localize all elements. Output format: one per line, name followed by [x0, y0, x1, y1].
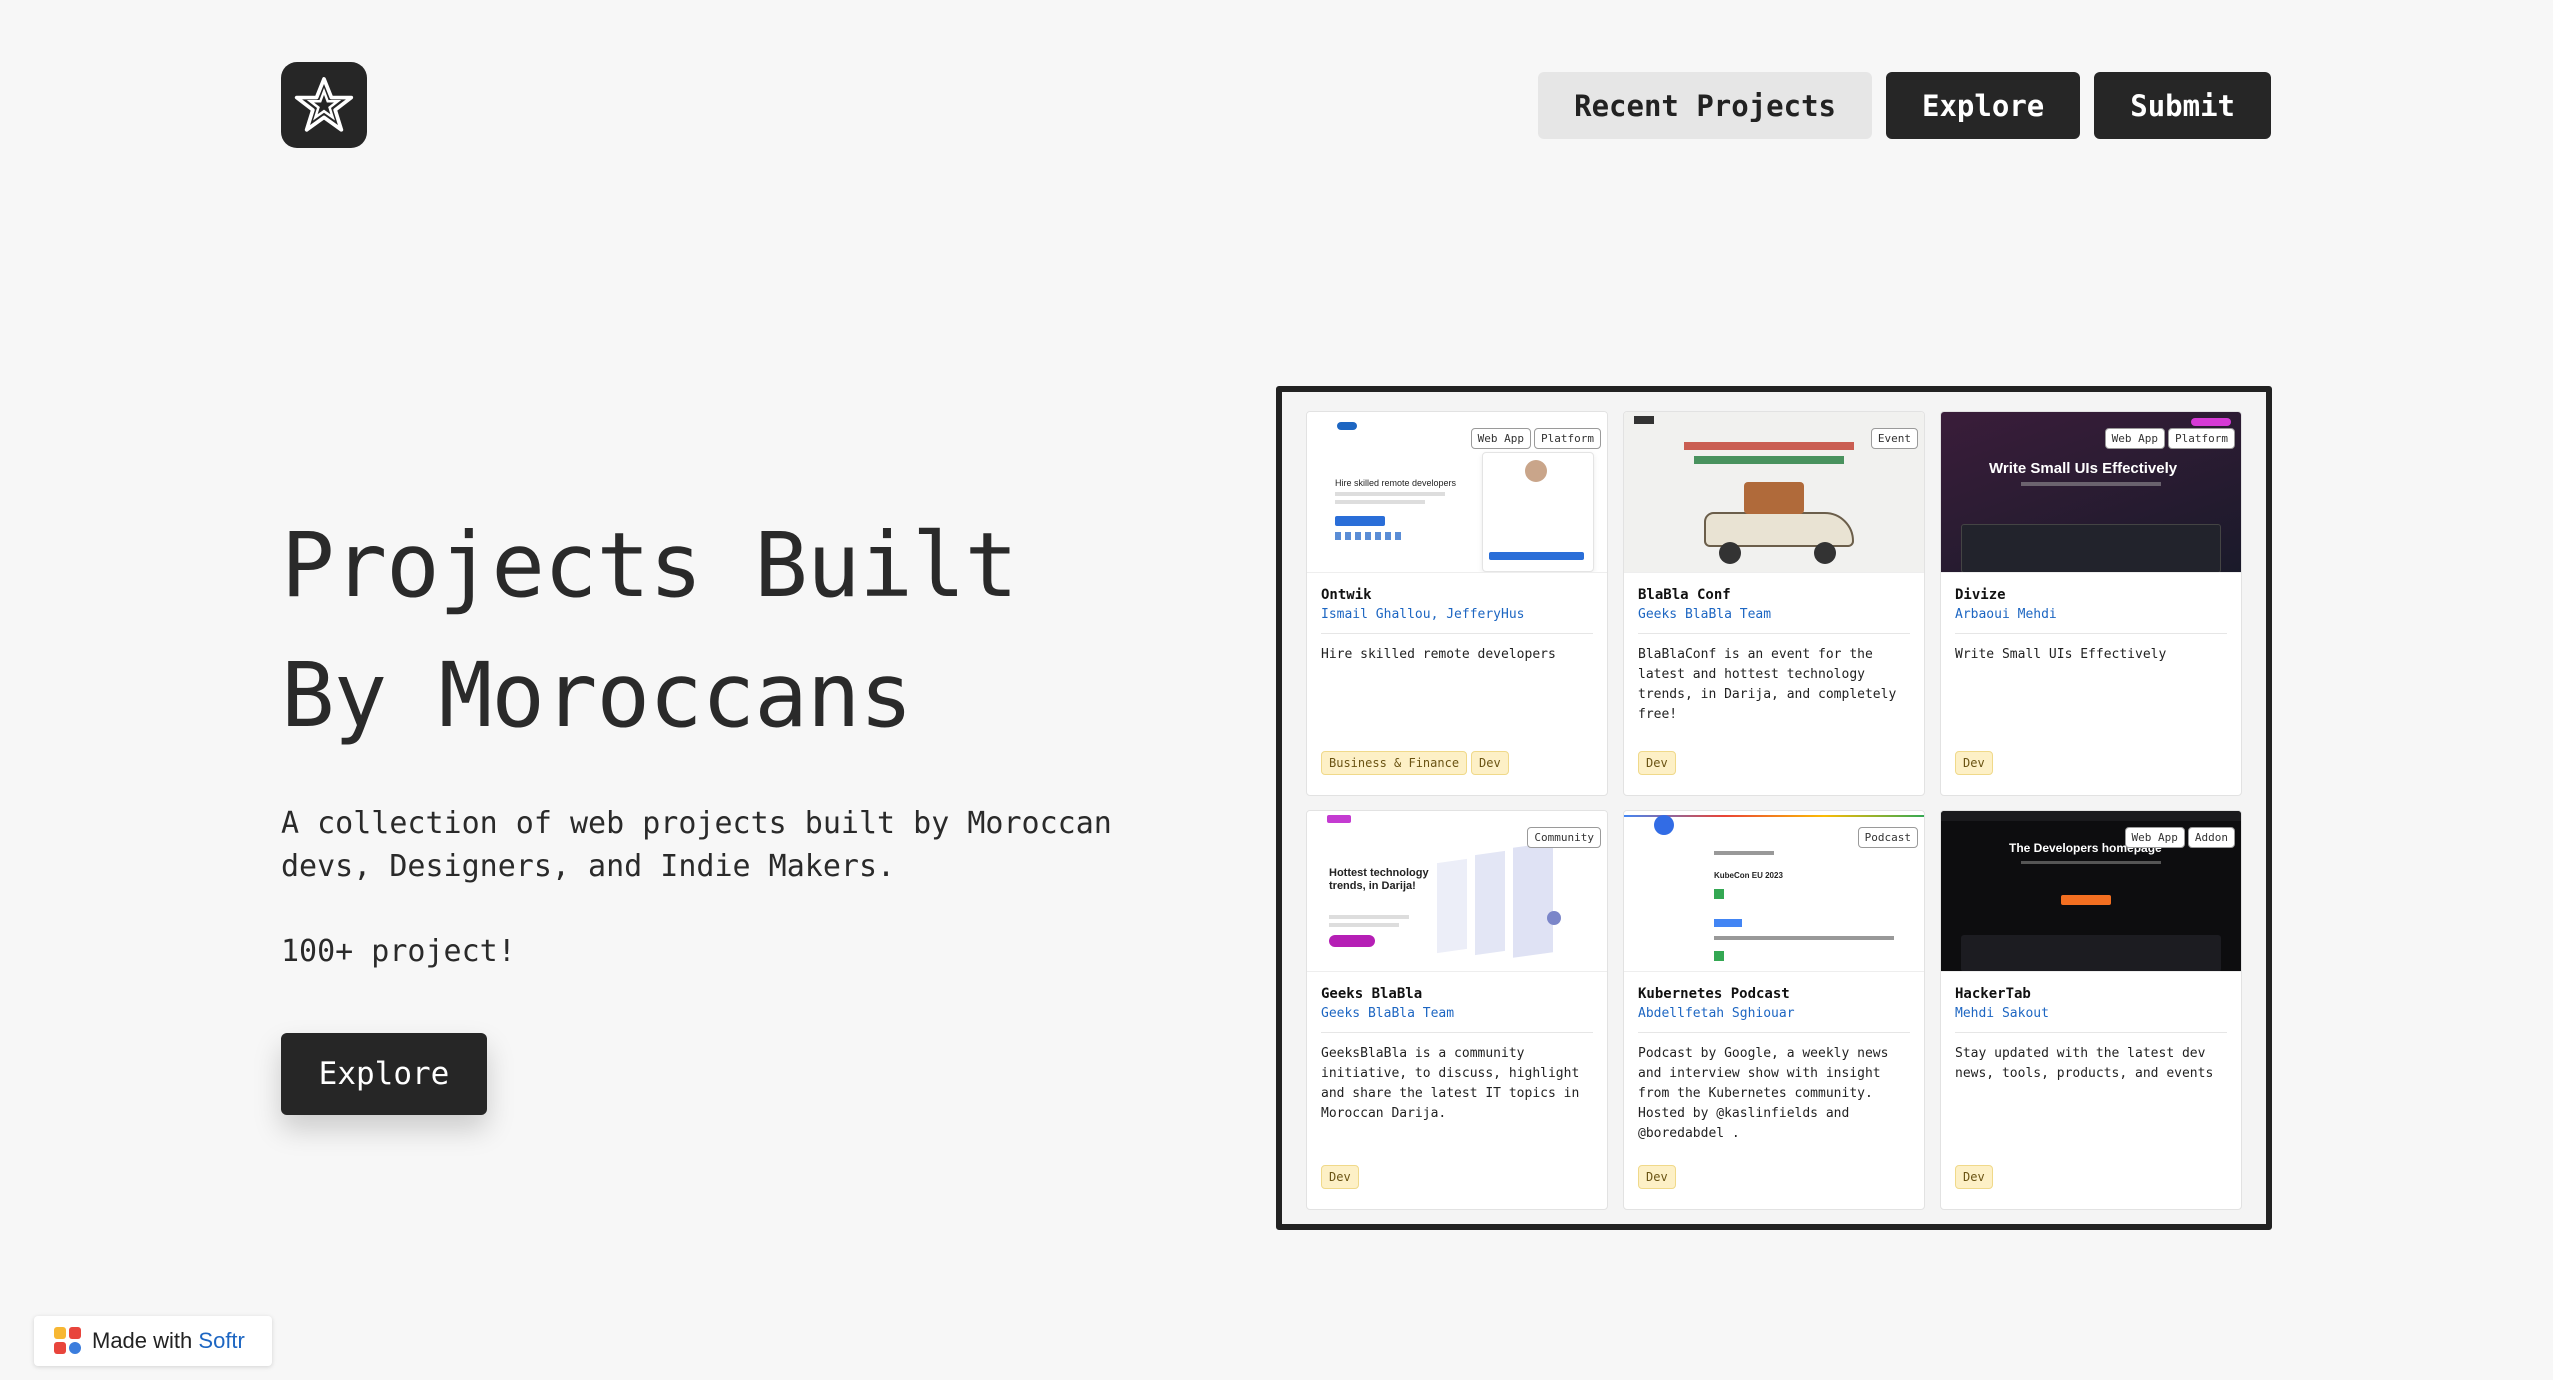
project-card-divize[interactable]: Write Small UIs Effectively Web App Plat…	[1940, 411, 2242, 796]
title-line-1: Projects Built	[281, 513, 1018, 617]
project-name[interactable]: Geeks BlaBla	[1321, 986, 1593, 1002]
project-card-ontwik[interactable]: Hire skilled remote developers Web App P…	[1306, 411, 1608, 796]
project-tags: Web App Platform	[2104, 428, 2235, 449]
project-name[interactable]: HackerTab	[1955, 986, 2227, 1002]
project-name[interactable]: Ontwik	[1321, 587, 1593, 603]
project-authors[interactable]: Mehdi Sakout	[1955, 1006, 2227, 1033]
project-tag: Web App	[2104, 428, 2166, 449]
project-name[interactable]: Divize	[1955, 587, 2227, 603]
project-description: BlaBlaConf is an event for the latest an…	[1638, 647, 1897, 722]
project-authors[interactable]: Ismail Ghallou, JefferyHus	[1321, 607, 1593, 634]
project-name[interactable]: Kubernetes Podcast	[1638, 986, 1910, 1002]
site-logo[interactable]	[281, 62, 367, 148]
project-description: Hire skilled remote developers	[1321, 647, 1556, 662]
project-categories: Dev	[1955, 1165, 1993, 1189]
top-nav: Recent Projects Explore Submit	[1538, 72, 2271, 139]
project-tags: Podcast	[1857, 827, 1918, 848]
project-name[interactable]: BlaBla Conf	[1638, 587, 1910, 603]
project-description: Stay updated with the latest dev news, t…	[1955, 1046, 2214, 1081]
project-tag: Event	[1870, 428, 1918, 449]
title-line-2: By Moroccans	[281, 643, 913, 747]
project-tags: Event	[1870, 428, 1918, 449]
project-description: GeeksBlaBla is a community initiative, t…	[1321, 1046, 1580, 1121]
softr-logo-icon	[54, 1327, 81, 1354]
project-description: Podcast by Google, a weekly news and int…	[1638, 1046, 1889, 1141]
category-badge: Dev	[1321, 1165, 1359, 1189]
category-badge: Dev	[1638, 1165, 1676, 1189]
project-card-hackertab[interactable]: The Developers homepage Web App Addon Ha…	[1940, 810, 2242, 1210]
category-badge: Business & Finance	[1321, 751, 1468, 775]
submit-button[interactable]: Submit	[2094, 72, 2271, 139]
page-title: Projects Built By Moroccans	[281, 500, 1018, 760]
thumb-text: Hottest technology trends, in Darija!	[1329, 867, 1429, 892]
project-card-geeks-blabla[interactable]: Hottest technology trends, in Darija! Co…	[1306, 810, 1608, 1210]
thumb-text: Write Small UIs Effectively	[1989, 460, 2178, 477]
thumb-text: Hire skilled remote developers	[1335, 478, 1457, 488]
project-authors[interactable]: Arbaoui Mehdi	[1955, 607, 2227, 634]
hero-subtitle: A collection of web projects built by Mo…	[281, 806, 1112, 884]
project-authors[interactable]: Geeks BlaBla Team	[1638, 607, 1910, 634]
project-description: Write Small UIs Effectively	[1955, 647, 2167, 662]
made-with-softr-badge[interactable]: Made with Softr	[34, 1316, 272, 1366]
recent-projects-button[interactable]: Recent Projects	[1538, 72, 1873, 139]
project-categories: Dev	[1321, 1165, 1359, 1189]
explore-nav-button[interactable]: Explore	[1886, 72, 2081, 139]
category-badge: Dev	[1955, 1165, 1993, 1189]
project-count: 100+ project!	[281, 934, 516, 969]
category-badge: Dev	[1471, 751, 1509, 775]
project-card-blabla-conf[interactable]: Event BlaBla Conf Geeks BlaBla Team BlaB…	[1623, 411, 1925, 796]
project-tag: Platform	[1534, 428, 1601, 449]
project-authors[interactable]: Abdellfetah Sghiouar	[1638, 1006, 1910, 1033]
star-logo-icon	[294, 77, 354, 132]
made-with-label: Made with Softr	[92, 1328, 245, 1353]
project-showcase: Hire skilled remote developers Web App P…	[1276, 386, 2272, 1230]
project-tag: Community	[1527, 827, 1601, 848]
project-tags: Web App Platform	[1470, 428, 1601, 449]
explore-cta-button[interactable]: Explore	[281, 1033, 487, 1115]
category-badge: Dev	[1955, 751, 1993, 775]
project-tags: Community	[1527, 827, 1601, 848]
softr-brand: Softr	[198, 1328, 245, 1353]
project-categories: Business & Finance Dev	[1321, 751, 1509, 775]
project-authors[interactable]: Geeks BlaBla Team	[1321, 1006, 1593, 1033]
project-tags: Web App Addon	[2124, 827, 2235, 848]
project-categories: Dev	[1955, 751, 1993, 775]
project-categories: Dev	[1638, 1165, 1676, 1189]
project-card-kubernetes-podcast[interactable]: KubeCon EU 2023 Podcast Kubernetes Podca…	[1623, 810, 1925, 1210]
thumb-text: KubeCon EU 2023	[1714, 871, 1783, 880]
project-tag: Platform	[2168, 428, 2235, 449]
project-categories: Dev	[1638, 751, 1676, 775]
category-badge: Dev	[1638, 751, 1676, 775]
project-tag: Web App	[1470, 428, 1532, 449]
project-tag: Addon	[2187, 827, 2235, 848]
project-tag: Web App	[2124, 827, 2185, 848]
project-tag: Podcast	[1857, 827, 1918, 848]
